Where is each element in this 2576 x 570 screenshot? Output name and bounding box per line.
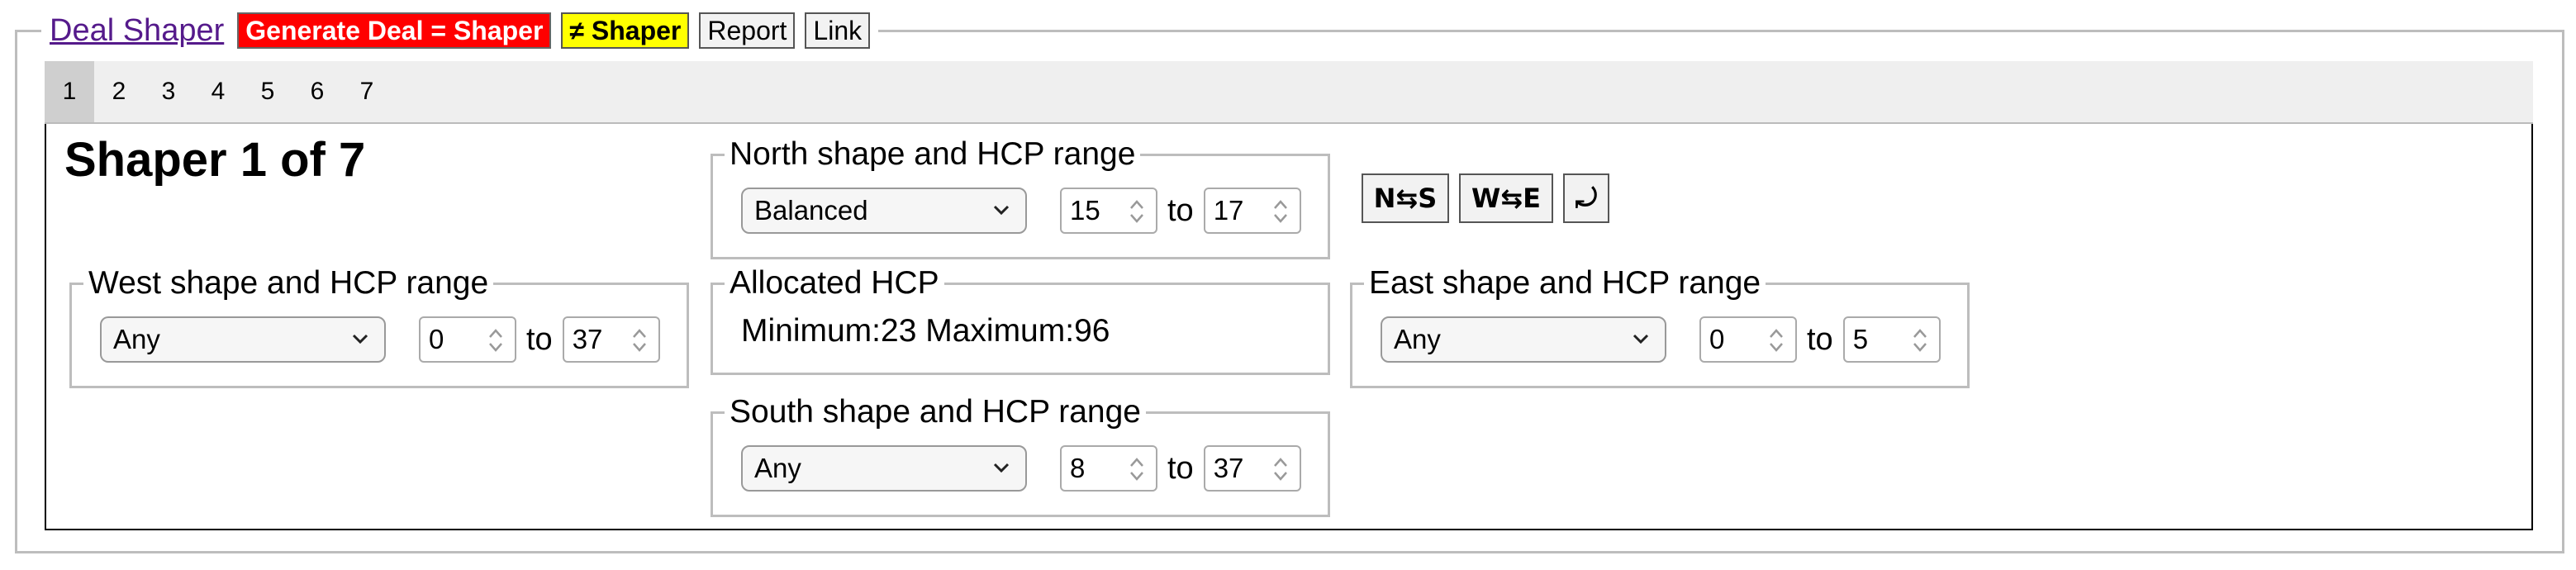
spinner-icon[interactable] xyxy=(1271,454,1290,484)
north-max-input[interactable]: 17 xyxy=(1203,188,1301,234)
north-fieldset: North shape and HCP range Balanced 15 to… xyxy=(711,135,1330,259)
tab-7[interactable]: 7 xyxy=(342,61,392,122)
rotate-button[interactable]: ⤾ xyxy=(1563,173,1609,223)
spinner-icon[interactable] xyxy=(487,325,505,355)
spinner-icon[interactable] xyxy=(1128,454,1146,484)
south-fieldset: South shape and HCP range Any 8 to 37 xyxy=(711,392,1330,517)
south-min-input[interactable]: 8 xyxy=(1060,445,1157,492)
south-min-value: 8 xyxy=(1070,453,1086,483)
south-shape-value: Any xyxy=(754,453,801,483)
east-fieldset: East shape and HCP range Any 0 to 5 xyxy=(1350,264,1970,388)
north-shape-select[interactable]: Balanced xyxy=(741,188,1027,234)
west-shape-select[interactable]: Any xyxy=(100,316,386,363)
generate-deal-button[interactable]: Generate Deal = Shaper xyxy=(237,12,552,49)
tab-4[interactable]: 4 xyxy=(193,61,243,122)
west-min-value: 0 xyxy=(429,324,444,354)
report-button[interactable]: Report xyxy=(699,12,796,49)
swap-north-south-button[interactable]: N⇆S xyxy=(1362,173,1449,223)
south-shape-select[interactable]: Any xyxy=(741,445,1027,492)
link-button[interactable]: Link xyxy=(805,12,871,49)
chevron-down-icon xyxy=(993,205,1010,216)
allocated-legend: Allocated HCP xyxy=(725,264,944,303)
tab-1[interactable]: 1 xyxy=(45,61,94,122)
spinner-icon[interactable] xyxy=(1271,197,1290,226)
west-max-input[interactable]: 37 xyxy=(562,316,660,363)
east-shape-value: Any xyxy=(1394,324,1441,354)
allocated-hcp-text: Minimum:23 Maximum:96 xyxy=(741,313,1110,349)
spinner-icon[interactable] xyxy=(1767,325,1785,355)
tab-2[interactable]: 2 xyxy=(94,61,144,122)
allocated-hcp-fieldset: Allocated HCP Minimum:23 Maximum:96 xyxy=(711,264,1330,375)
north-min-value: 15 xyxy=(1070,195,1100,226)
west-max-value: 37 xyxy=(572,324,603,354)
east-min-value: 0 xyxy=(1709,324,1725,354)
chevron-down-icon xyxy=(352,334,368,344)
north-max-value: 17 xyxy=(1213,195,1244,226)
west-fieldset: West shape and HCP range Any 0 to 37 xyxy=(69,264,689,388)
spinner-icon[interactable] xyxy=(1128,197,1146,226)
south-to-label: to xyxy=(1167,450,1194,486)
north-to-label: to xyxy=(1167,192,1194,228)
header-bar: Deal Shaper Generate Deal = Shaper ≠ Sha… xyxy=(41,8,879,53)
west-legend: West shape and HCP range xyxy=(83,264,494,303)
deal-shaper-link[interactable]: Deal Shaper xyxy=(50,13,224,49)
east-min-input[interactable]: 0 xyxy=(1699,316,1797,363)
tab-5[interactable]: 5 xyxy=(243,61,292,122)
east-max-value: 5 xyxy=(1852,324,1869,354)
north-shape-value: Balanced xyxy=(754,195,868,226)
south-legend: South shape and HCP range xyxy=(725,392,1146,432)
west-shape-value: Any xyxy=(113,324,160,354)
tab-6[interactable]: 6 xyxy=(292,61,342,122)
page-title: Shaper 1 of 7 xyxy=(64,133,366,187)
east-shape-select[interactable]: Any xyxy=(1381,316,1666,363)
not-shaper-button[interactable]: ≠ Shaper xyxy=(561,12,690,49)
spinner-icon[interactable] xyxy=(630,325,649,355)
west-to-label: to xyxy=(526,321,553,357)
south-max-value: 37 xyxy=(1213,453,1244,483)
chevron-down-icon xyxy=(993,463,1010,473)
spinner-icon[interactable] xyxy=(1911,325,1929,355)
west-min-input[interactable]: 0 xyxy=(419,316,516,363)
shaper-tabs: 1 2 3 4 5 6 7 xyxy=(45,61,2533,124)
east-legend: East shape and HCP range xyxy=(1364,264,1766,303)
east-max-input[interactable]: 5 xyxy=(1842,316,1941,363)
north-legend: North shape and HCP range xyxy=(725,135,1141,174)
chevron-down-icon xyxy=(1633,334,1649,344)
tab-3[interactable]: 3 xyxy=(144,61,193,122)
east-to-label: to xyxy=(1807,321,1833,357)
south-max-input[interactable]: 37 xyxy=(1203,445,1301,492)
swap-west-east-button[interactable]: W⇆E xyxy=(1459,173,1553,223)
north-min-input[interactable]: 15 xyxy=(1060,188,1157,234)
